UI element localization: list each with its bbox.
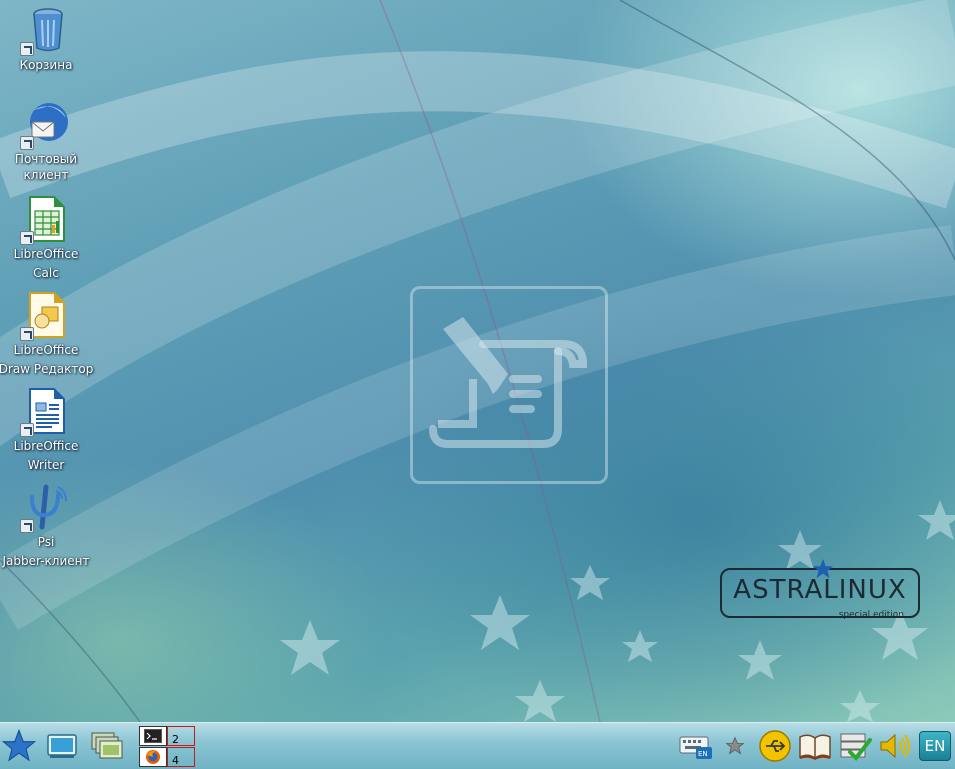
manual-book-icon: [799, 734, 831, 760]
pager-desktop-number: 2: [172, 733, 179, 746]
tasks-check-icon: [840, 733, 872, 762]
keyboard-layout-label: EN: [698, 750, 708, 758]
manual-button[interactable]: [796, 727, 834, 765]
desktop-icon-trash[interactable]: Корзина: [0, 6, 94, 73]
libreoffice-calc-icon: [20, 195, 70, 245]
logo-name: ASTRALINUX: [733, 575, 907, 605]
pager-desktop-3[interactable]: [139, 747, 167, 767]
desktop-icon-label: Psi: [37, 535, 55, 549]
keyboard-layout-indicator[interactable]: EN: [677, 727, 715, 765]
desktop-icon-label-line2: Calc: [33, 266, 59, 280]
usb-button[interactable]: [756, 727, 794, 765]
start-menu-star-icon: [2, 729, 36, 762]
desktop-icon-label: Корзина: [19, 58, 73, 72]
show-desktop-icon: [47, 734, 77, 758]
pager-desktop-2[interactable]: 2: [167, 726, 195, 746]
desktop-icon-label: LibreOffice: [13, 439, 79, 453]
desktop-icon-mail-client[interactable]: Почтовый клиент: [0, 100, 94, 183]
firefox-icon: [146, 750, 160, 764]
keyboard-icon: [679, 736, 712, 759]
desktop-icon-label: LibreOffice: [13, 343, 79, 357]
pager-desktop-1[interactable]: [139, 726, 167, 746]
desktop-icon-libreoffice-calc[interactable]: LibreOffice Calc: [0, 195, 94, 281]
trash-icon: [20, 6, 70, 56]
document-signing-icon: [410, 286, 608, 484]
mail-client-icon: [20, 100, 70, 150]
libreoffice-draw-icon: [20, 291, 70, 341]
language-label: EN: [924, 737, 946, 755]
pager-desktop-number: 4: [172, 754, 179, 767]
astralinux-logo: ASTRALINUX special edition: [720, 558, 920, 620]
desktop-icon-libreoffice-writer[interactable]: LibreOffice Writer: [0, 387, 94, 473]
taskbar: 2 4 EN EN: [0, 722, 955, 769]
favorites-star-icon: [725, 736, 745, 755]
desktop-icon-libreoffice-draw[interactable]: LibreOffice Draw Редактор: [0, 291, 94, 377]
window-switcher-icon: [91, 732, 123, 759]
usb-icon: [759, 730, 791, 762]
tasks-button[interactable]: [836, 727, 874, 765]
desktop-icon-label-line2: Writer: [27, 458, 65, 472]
volume-icon: [880, 733, 910, 759]
logo-edition: special edition: [838, 610, 904, 620]
terminal-icon: [144, 729, 162, 743]
start-menu-button[interactable]: [0, 727, 38, 765]
desktop-icon-label-line2: Jabber-клиент: [2, 554, 90, 568]
volume-button[interactable]: [876, 727, 914, 765]
favorites-button[interactable]: [716, 727, 754, 765]
desktop-pager: 2 4: [139, 726, 195, 768]
desktop-icon-label: LibreOffice: [13, 247, 79, 261]
libreoffice-writer-icon: [20, 387, 70, 437]
language-badge: EN: [919, 731, 951, 761]
pager-desktop-4[interactable]: 4: [167, 747, 195, 767]
desktop-icon-psi-jabber[interactable]: Psi Jabber-клиент: [0, 483, 94, 569]
desktop-icon-label-line2: Draw Редактор: [0, 362, 94, 376]
desktop-icon-label: Почтовый: [14, 152, 78, 166]
show-desktop-button[interactable]: [43, 727, 81, 765]
desktop[interactable]: ASTRALINUX special edition Корзина Почто…: [0, 0, 955, 722]
psi-jabber-icon: [20, 483, 70, 533]
desktop-icon-label-line2: клиент: [23, 168, 69, 182]
window-switcher-button[interactable]: [88, 727, 126, 765]
language-indicator[interactable]: EN: [916, 727, 954, 765]
